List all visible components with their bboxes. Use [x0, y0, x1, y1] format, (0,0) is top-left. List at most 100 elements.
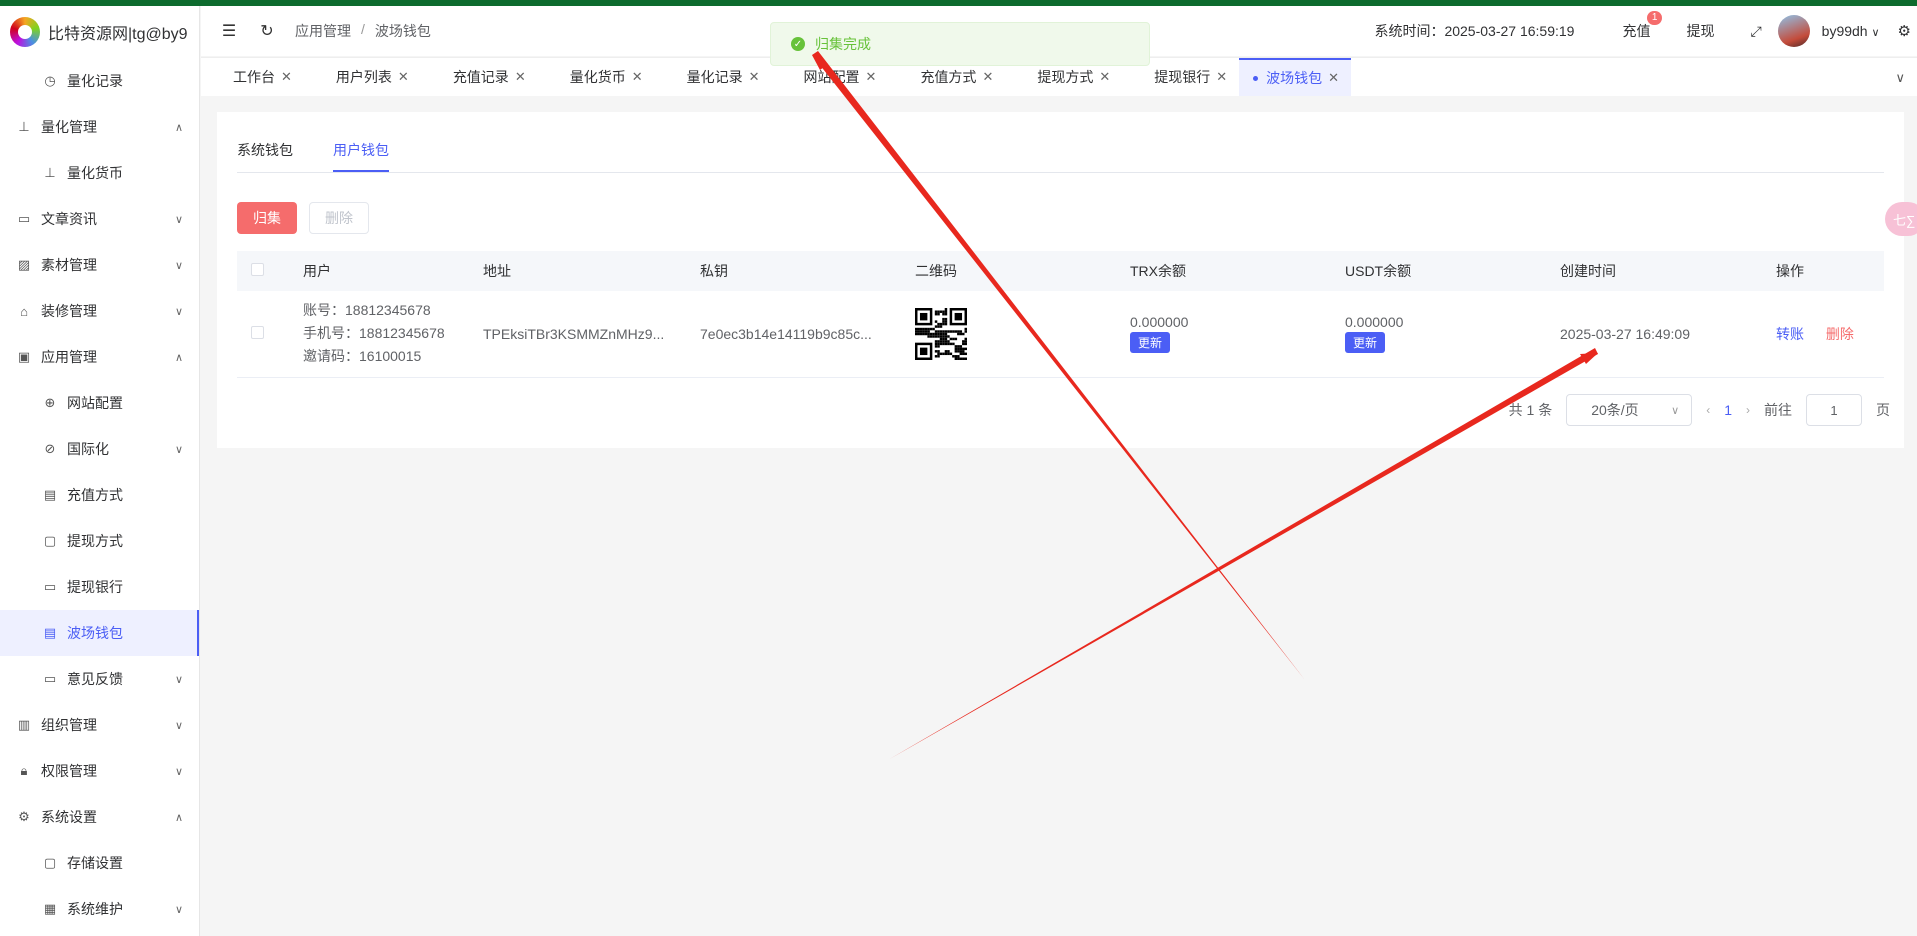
toast-message: 归集完成 [815, 36, 871, 52]
sidebar-item[interactable]: ▢ 提现方式 [0, 518, 199, 564]
sidebar-menu: ◷ 量化记录 ⊥ 量化管理 ∧ ⊥ 量化货币 ▭ 文章资讯 ∨ ▨ 素材管理 ∨ ⌂ 装修管理 ∨ ▣ 应用管理 ∧… [0, 58, 199, 932]
sidebar-item-label: 存储设置 [67, 855, 123, 871]
tab[interactable]: 充值记录 ✕ [421, 58, 538, 96]
private-key: 7e0ec3b14e14119b9c85c... [700, 325, 872, 342]
goto-page-input[interactable] [1806, 394, 1862, 426]
sidebar-item[interactable]: ◷ 量化记录 [0, 58, 199, 104]
page-size-select[interactable]: 20条/页 ∨ [1566, 394, 1693, 426]
sidebar-item-label: 装修管理 [41, 303, 97, 319]
sidebar-item[interactable]: ▤ 波场钱包 [0, 610, 199, 656]
update-usdt-button[interactable]: 更新 [1345, 332, 1386, 354]
tab-label: 网站配置 [803, 69, 860, 85]
menu-fold-icon[interactable]: ☰ [219, 21, 239, 41]
sidebar-item[interactable]: ▨ 素材管理 ∨ [0, 242, 199, 288]
breadcrumb-item: 波场钱包 [374, 23, 431, 39]
logo-icon [10, 17, 40, 47]
collect-button[interactable]: 归集 [237, 202, 297, 234]
sidebar-item-label: 提现银行 [67, 579, 123, 595]
sidebar-item[interactable]: ▦ 系统维护 ∨ [0, 886, 199, 932]
sidebar-item-label: 提现方式 [67, 533, 123, 549]
close-icon[interactable]: ✕ [866, 69, 877, 85]
avatar[interactable] [1777, 15, 1810, 47]
subtab-user-wallet[interactable]: 用户钱包 [333, 140, 389, 172]
close-icon[interactable]: ✕ [1328, 70, 1339, 86]
globe-icon: ⊕ [44, 395, 56, 410]
tab-label: 充值记录 [452, 69, 509, 85]
close-icon[interactable]: ✕ [749, 69, 760, 85]
prev-page-icon[interactable]: ‹ [1706, 403, 1710, 417]
tab[interactable]: 工作台 ✕ [201, 58, 304, 96]
refresh-icon[interactable]: ↻ [257, 21, 277, 41]
username: by99dh [1821, 23, 1868, 39]
user-phone: 手机号：18812345678 [303, 325, 445, 342]
sidebar-item[interactable]: ⚙ 系统设置 ∧ [0, 794, 199, 840]
sidebar-item[interactable]: ▤ 充值方式 [0, 472, 199, 518]
table-row: 账号：18812345678 手机号：18812345678 邀请码：16100… [237, 291, 1884, 378]
sidebar-item-label: 量化货币 [67, 165, 123, 181]
tab[interactable]: 量化记录 ✕ [655, 58, 772, 96]
tab[interactable]: 波场钱包 ✕ [1239, 58, 1352, 96]
col-private-key: 私钥 [690, 251, 905, 291]
logo[interactable]: 比特资源网|tg@by9 [0, 6, 199, 58]
transfer-link[interactable]: 转账 [1776, 326, 1804, 342]
chevron-down-icon: ∨ [1671, 404, 1680, 417]
tab[interactable]: 量化货币 ✕ [538, 58, 655, 96]
user-cell: 账号：18812345678 手机号：18812345678 邀请码：16100… [293, 291, 473, 378]
app-icon: ▣ [17, 349, 31, 364]
user-menu[interactable]: by99dh ∨ [1822, 23, 1880, 39]
system-time: 系统时间：2025-03-27 16:59:19 [1374, 23, 1575, 39]
sidebar-item[interactable]: ▥ 组织管理 ∨ [0, 702, 199, 748]
chevron-down-icon: ∨ [174, 903, 183, 916]
select-all-cell [237, 251, 293, 291]
wallet-icon: ▤ [43, 625, 57, 640]
sidebar-item[interactable]: ⊥ 量化管理 ∧ [0, 104, 199, 150]
sidebar-item[interactable]: ▭ 文章资讯 ∨ [0, 196, 199, 242]
sidebar-item[interactable]: ▣ 应用管理 ∧ [0, 334, 199, 380]
chevron-down-icon: ∨ [174, 213, 183, 226]
tab-label: 量化货币 [569, 69, 626, 85]
sidebar-item[interactable]: ⊕ 网站配置 [0, 380, 199, 426]
sidebar-item[interactable]: 🔒︎ 权限管理 ∨ [0, 748, 199, 794]
active-dot-icon [1253, 75, 1259, 81]
chevron-down-icon: ∨ [174, 259, 183, 272]
card-icon: ▭ [43, 579, 57, 594]
withdraw-link[interactable]: 提现 [1686, 21, 1714, 41]
sidebar-item[interactable]: ▭ 提现银行 [0, 564, 199, 610]
close-icon[interactable]: ✕ [1216, 69, 1227, 85]
close-icon[interactable]: ✕ [982, 69, 993, 85]
page-number[interactable]: 1 [1724, 402, 1732, 418]
col-address: 地址 [473, 251, 690, 291]
message-icon: ▭ [17, 211, 31, 226]
tab[interactable]: 用户列表 ✕ [304, 58, 421, 96]
tab-label: 提现方式 [1037, 69, 1094, 85]
side-float-button[interactable]: 七∑ [1885, 202, 1917, 236]
close-icon[interactable]: ✕ [632, 69, 643, 85]
sidebar-item[interactable]: ▢ 存储设置 [0, 840, 199, 886]
close-icon[interactable]: ✕ [281, 69, 292, 85]
chevron-down-icon[interactable]: ∨ [1895, 70, 1905, 86]
gear-icon[interactable]: ⚙ [1898, 22, 1911, 40]
breadcrumb-item[interactable]: 应用管理 [295, 21, 351, 41]
recharge-link[interactable]: 充值 1 [1622, 11, 1663, 41]
tab-label: 量化记录 [686, 69, 743, 85]
sidebar-item-label: 量化记录 [67, 73, 123, 89]
row-checkbox[interactable] [251, 325, 264, 339]
close-icon[interactable]: ✕ [398, 69, 409, 85]
qrcode-image[interactable] [915, 307, 967, 360]
close-icon[interactable]: ✕ [1099, 69, 1110, 85]
next-page-icon[interactable]: › [1746, 403, 1750, 417]
sidebar-item[interactable]: ⌂ 装修管理 ∨ [0, 288, 199, 334]
sidebar-item[interactable]: ⊘ 国际化 ∨ [0, 426, 199, 472]
batch-delete-button[interactable]: 删除 [309, 202, 369, 234]
sidebar-item[interactable]: ▭ 意见反馈 ∨ [0, 656, 199, 702]
fullscreen-icon[interactable]: ⤢ [1750, 23, 1761, 40]
sidebar-item[interactable]: ⊥ 量化货币 [0, 150, 199, 196]
row-delete-link[interactable]: 删除 [1826, 326, 1854, 342]
close-icon[interactable]: ✕ [515, 69, 526, 85]
subtab-system-wallet[interactable]: 系统钱包 [237, 140, 293, 172]
select-all-checkbox[interactable] [251, 263, 264, 276]
created-time-cell: 2025-03-27 16:49:09 [1550, 291, 1766, 378]
sidebar-item-label: 文章资讯 [41, 211, 97, 227]
sidebar-item-label: 量化管理 [41, 119, 97, 135]
update-trx-button[interactable]: 更新 [1130, 332, 1171, 354]
